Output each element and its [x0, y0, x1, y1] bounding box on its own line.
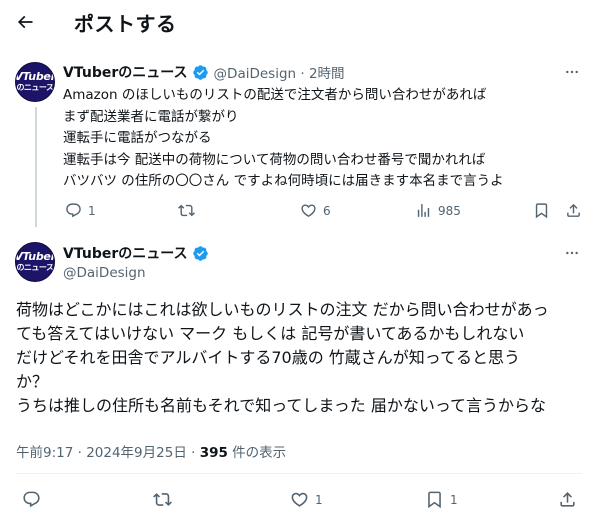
- reply-text-line: 運転手は今 配送中の荷物について荷物の問い合わせ番号で聞かれれば: [63, 151, 486, 168]
- main-author-name[interactable]: VTuberのニュース: [63, 243, 188, 263]
- reply-repost-button[interactable]: [178, 202, 201, 219]
- verified-badge-icon: [192, 64, 208, 80]
- comment-icon: [23, 491, 40, 508]
- arrow-left-icon: [17, 15, 33, 29]
- post-timestamp[interactable]: 午前9:17 · 2024年9月25日 ·: [16, 445, 200, 461]
- heart-icon: [291, 492, 308, 507]
- views-count: 395: [199, 445, 228, 461]
- reply-bookmark-button[interactable]: [533, 202, 550, 219]
- reply-count: 1: [88, 203, 96, 218]
- reply-handle-and-time: @DaiDesign · 2時間: [213, 66, 345, 82]
- bookmark-icon: [535, 203, 548, 219]
- avatar-text-line1: VTuber: [15, 70, 55, 83]
- main-text-line: 荷物はどこかにはこれは欲しいものリストの注文 だから問い合わせがあっ: [16, 300, 549, 319]
- main-reply-button[interactable]: [22, 490, 47, 509]
- reply-text: Amazon のほしいものリストの配送で注文者から問い合わせがあれば まず配送業…: [63, 85, 583, 193]
- page-title: ポストする: [74, 12, 177, 36]
- more-horizontal-icon: [566, 70, 578, 74]
- main-post-text: 荷物はどこかにはこれは欲しいものリストの注文 だから問い合わせがあっ ても答えて…: [16, 298, 586, 418]
- reply-header: VTuberのニュース @DaiDesign · 2時間: [63, 62, 345, 82]
- main-share-button[interactable]: [558, 490, 577, 509]
- bookmark-icon: [428, 491, 441, 509]
- reply-text-line: バツバツ の住所の〇〇さん ですよね何時頃には届きます本名まで言うよ: [63, 173, 504, 190]
- post-meta: 午前9:17 · 2024年9月25日 · 395 件の表示: [16, 441, 286, 461]
- views-label: 件の表示: [227, 445, 287, 461]
- main-repost-button[interactable]: [153, 490, 178, 509]
- reply-like-button[interactable]: 6: [300, 202, 331, 219]
- main-like-count: 1: [315, 492, 323, 507]
- main-text-line: ても答えてはいけない マーク もしくは 記号が書いてあるかもしれない: [16, 324, 525, 343]
- top-bar: ポストする: [0, 0, 597, 42]
- main-author-avatar[interactable]: VTuber のニュース: [15, 242, 55, 282]
- reply-text-line: 運転手に電話がつながる: [63, 130, 212, 147]
- reply-text-line: Amazon のほしいものリストの配送で注文者から問い合わせがあれば: [63, 87, 487, 103]
- reply-author-avatar[interactable]: VTuber のニュース: [15, 62, 55, 102]
- main-bookmark-count: 1: [450, 492, 458, 507]
- avatar-text-line2: のニュース: [16, 83, 54, 92]
- main-text-line: だけどそれを田舎でアルバイトする70歳の 竹蔵さんが知ってると思う: [16, 348, 521, 367]
- comment-icon: [66, 203, 81, 218]
- reply-reply-button[interactable]: 1: [65, 202, 96, 219]
- like-count: 6: [323, 203, 331, 218]
- main-bookmark-button[interactable]: 1: [425, 490, 458, 509]
- back-button[interactable]: [12, 9, 38, 35]
- main-text-line: か？: [16, 372, 49, 391]
- main-author-handle[interactable]: @DaiDesign: [63, 265, 146, 281]
- reply-share-button[interactable]: [565, 202, 582, 219]
- reply-more-button[interactable]: [562, 62, 582, 82]
- reply-author-name[interactable]: VTuberのニュース: [63, 62, 188, 82]
- heart-icon: [301, 204, 316, 217]
- share-icon: [567, 203, 580, 217]
- divider: [16, 473, 582, 474]
- verified-badge-icon: [192, 245, 208, 261]
- reply-text-line: まず配送業者に電話が繋がり: [63, 108, 239, 125]
- view-count: 985: [438, 203, 461, 218]
- repost-icon: [153, 493, 172, 506]
- share-icon: [560, 492, 575, 507]
- main-more-button[interactable]: [562, 243, 582, 263]
- main-post-header: VTuberのニュース: [63, 243, 209, 263]
- reply-views-button[interactable]: 985: [415, 202, 461, 219]
- more-horizontal-icon: [566, 251, 578, 255]
- thread-connector-line: [35, 107, 37, 227]
- main-like-button[interactable]: 1: [290, 490, 323, 509]
- avatar-text-line2: のニュース: [16, 263, 54, 272]
- analytics-icon: [417, 204, 430, 217]
- main-text-line: うちは推しの住所も名前もそれで知ってしまった 届かないって言うからな: [16, 396, 547, 415]
- avatar-text-line1: VTuber: [15, 250, 55, 263]
- repost-icon: [178, 204, 195, 217]
